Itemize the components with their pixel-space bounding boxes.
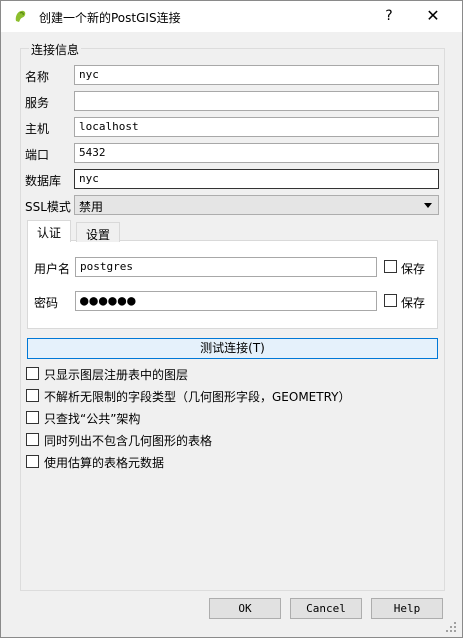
qgis-elephant-icon bbox=[15, 10, 26, 22]
username-input[interactable]: postgres bbox=[75, 257, 377, 277]
group-title: 连接信息 bbox=[29, 41, 82, 58]
ssl-mode-value: 禁用 bbox=[79, 200, 104, 214]
name-label: 名称 bbox=[25, 70, 50, 84]
chevron-down-icon bbox=[424, 203, 432, 208]
save-password-label: 保存 bbox=[401, 296, 426, 310]
name-input[interactable]: nyc bbox=[74, 65, 439, 85]
option-label: 同时列出不包含几何图形的表格 bbox=[44, 434, 213, 448]
option-checkbox[interactable] bbox=[26, 455, 39, 468]
ssl-mode-select[interactable]: 禁用 bbox=[74, 195, 439, 215]
database-label: 数据库 bbox=[25, 174, 62, 188]
save-username-label: 保存 bbox=[401, 262, 426, 276]
service-input[interactable] bbox=[74, 91, 439, 111]
option-checkbox[interactable] bbox=[26, 411, 39, 424]
test-connection-button[interactable]: 测试连接(T) bbox=[27, 338, 438, 359]
close-button[interactable]: ✕ bbox=[423, 6, 443, 26]
help-title-button[interactable]: ? bbox=[379, 6, 399, 26]
option-checkbox[interactable] bbox=[26, 389, 39, 402]
tab-settings[interactable]: 设置 bbox=[76, 222, 121, 242]
tab-auth[interactable]: 认证 bbox=[27, 220, 72, 242]
host-label: 主机 bbox=[25, 122, 50, 136]
title-bar: 创建一个新的PostGIS连接 ? ✕ bbox=[1, 1, 462, 32]
username-label: 用户名 bbox=[34, 262, 71, 276]
password-label: 密码 bbox=[34, 296, 59, 310]
port-label: 端口 bbox=[25, 148, 50, 162]
connection-dialog: 创建一个新的PostGIS连接 ? ✕ 连接信息 名称 nyc 服务 主机 lo… bbox=[0, 0, 463, 638]
port-input[interactable]: 5432 bbox=[74, 143, 439, 163]
option-checkbox[interactable] bbox=[26, 367, 39, 380]
auth-tab-panel bbox=[27, 240, 438, 329]
ok-button[interactable]: OK bbox=[209, 598, 281, 619]
option-label: 只显示图层注册表中的图层 bbox=[44, 368, 189, 382]
database-input[interactable]: nyc bbox=[74, 169, 439, 189]
option-label: 只查找“公共”架构 bbox=[44, 412, 141, 426]
option-checkbox[interactable] bbox=[26, 433, 39, 446]
save-username-checkbox[interactable] bbox=[384, 260, 397, 273]
resize-grip-icon[interactable] bbox=[445, 621, 457, 633]
ssl-mode-label: SSL模式 bbox=[25, 200, 71, 214]
option-label: 使用估算的表格元数据 bbox=[44, 456, 165, 470]
window-title: 创建一个新的PostGIS连接 bbox=[39, 11, 181, 25]
service-label: 服务 bbox=[25, 96, 50, 110]
save-password-checkbox[interactable] bbox=[384, 294, 397, 307]
help-button[interactable]: Help bbox=[371, 598, 443, 619]
option-label: 不解析无限制的字段类型（几何图形字段，GEOMETRY） bbox=[44, 390, 351, 404]
password-input[interactable]: ●●●●●● bbox=[75, 291, 377, 311]
cancel-button[interactable]: Cancel bbox=[290, 598, 362, 619]
host-input[interactable]: localhost bbox=[74, 117, 439, 137]
